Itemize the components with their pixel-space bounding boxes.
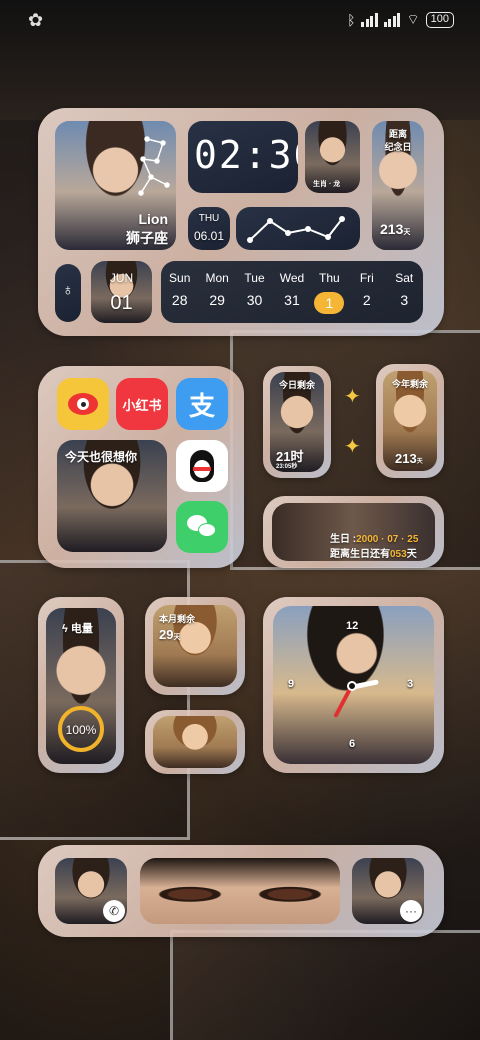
month-day: 01 (110, 292, 133, 314)
birthday-countdown: 距离生日还有053天 (330, 549, 417, 560)
signal-icon (383, 13, 401, 27)
balloon-tile[interactable]: ♁ (55, 264, 81, 322)
photo-widget[interactable]: 今天也很想你 (57, 440, 167, 552)
digital-clock[interactable]: 02:36 (188, 121, 298, 193)
qq-app[interactable] (176, 440, 228, 492)
battery-percent: 100% (65, 723, 97, 737)
dock-eyes-photo[interactable] (140, 858, 340, 924)
date-tile[interactable]: THU 06.01 (188, 207, 230, 250)
year-remaining-photo: 今年剩余 213天 (383, 371, 437, 471)
chart-tile[interactable] (236, 207, 360, 250)
clock-number-3: 3 (407, 678, 414, 690)
birthday-photo: 生日 :2000 · 07 · 25 距离生日还有053天 (272, 503, 435, 561)
alipay-icon: 支 (188, 390, 215, 421)
photo-caption: 今天也很想你 (65, 450, 138, 464)
battery-label: ϟ 电量 (62, 623, 93, 635)
anniversary-photo[interactable]: 距离 纪念日 213天 (372, 121, 424, 250)
calendar-day[interactable]: 3 (389, 292, 419, 314)
status-icons: ᛒ ⌔ 100 (347, 11, 454, 29)
lightning-icon: ϟ (62, 623, 71, 635)
battery-indicator: 100 (425, 12, 454, 28)
trend-line-icon (247, 216, 345, 243)
clock-number-9: 9 (288, 678, 295, 690)
weibo-app[interactable] (57, 378, 109, 430)
calendar-day[interactable]: 30 (240, 292, 270, 314)
wechat-app[interactable] (176, 501, 228, 553)
calendar-week[interactable]: Sun Mon Tue Wed Thu Fri Sat 28 29 30 31 … (161, 261, 423, 323)
today-remaining-detail: 23:05秒 (276, 464, 298, 470)
calendar-weekday-row: Sun Mon Tue Wed Thu Fri Sat (161, 271, 423, 285)
sparkle-icon: ✦ (344, 436, 361, 458)
message-icon: ··· (400, 900, 422, 922)
analog-clock-face: 12 3 6 9 (273, 606, 434, 764)
anniversary-label: 距离 纪念日 (384, 129, 412, 152)
qq-penguin-icon (190, 450, 214, 482)
today-remaining-label: 今日剩余 (278, 380, 315, 390)
clock-time: 02:36 (194, 133, 298, 177)
xiaohongshu-app[interactable]: 小红书 (116, 378, 168, 430)
small-photo (153, 716, 237, 768)
month-remaining-label: 本月剩余 (159, 614, 196, 624)
weekday-label: THU (198, 213, 220, 224)
calendar-weekday: Fri (359, 271, 374, 285)
clock-number-12: 12 (346, 620, 359, 632)
balloon-icon: ♁ (62, 282, 74, 299)
bluetooth-icon: ᛒ (347, 12, 356, 28)
calendar-weekday: Tue (244, 271, 265, 285)
zodiac-animal-label: 生肖 · 龙 (313, 181, 341, 188)
zodiac-name: Lion (138, 211, 168, 227)
calendar-weekday: Sun (169, 271, 191, 285)
calendar-weekday: Mon (205, 271, 229, 285)
battery-photo: ϟ 电量 100% (46, 608, 116, 764)
calendar-weekday: Thu (319, 271, 340, 285)
calendar-day[interactable]: 28 (165, 292, 195, 314)
clock-center (347, 681, 357, 691)
calendar-weekday: Sat (395, 271, 414, 285)
weibo-icon (68, 393, 98, 415)
date-label: 06.01 (193, 229, 225, 243)
zodiac-photo[interactable]: Lion 狮子座 (55, 121, 176, 250)
xiaohongshu-label: 小红书 (122, 397, 162, 413)
status-bar: ✿ ᛒ ⌔ 100 (0, 0, 480, 40)
wifi-icon: ⌔ (406, 11, 420, 27)
dock-phone[interactable]: ✆ (55, 858, 127, 924)
zodiac-animal-photo[interactable]: 生肖 · 龙 (305, 121, 360, 193)
wechat-icon (187, 515, 217, 539)
mascot-icon: ✿ (28, 10, 44, 30)
calendar-day[interactable]: 2 (352, 292, 382, 314)
clock-number-6: 6 (349, 738, 356, 750)
month-label: JUN (109, 271, 134, 285)
calendar-day[interactable]: 31 (277, 292, 307, 314)
dock-message[interactable]: ··· (352, 858, 424, 924)
today-remaining-photo: 今日剩余 21时 23:05秒 (270, 372, 324, 472)
alipay-app[interactable]: 支 (176, 378, 228, 430)
month-remaining-photo: 本月剩余 29天 (153, 605, 237, 687)
year-remaining-days: 213天 (395, 451, 423, 466)
calendar-weekday: Wed (279, 271, 305, 285)
birthday-line: 生日 :2000 · 07 · 25 (330, 534, 419, 545)
calendar-day[interactable]: 29 (202, 292, 232, 314)
anniversary-days: 213天 (380, 221, 411, 237)
wallpaper-panel (170, 930, 480, 1040)
month-tile[interactable]: JUN 01 (91, 261, 152, 323)
calendar-day-today[interactable]: 1 (314, 292, 345, 314)
sparkle-icon: ✦ (344, 386, 361, 408)
calendar-day-row: 28 29 30 31 1 2 3 (161, 292, 423, 314)
year-remaining-label: 今年剩余 (391, 379, 428, 389)
month-remaining-days: 29天 (159, 627, 181, 642)
zodiac-cn: 狮子座 (126, 230, 168, 246)
phone-icon: ✆ (103, 900, 125, 922)
signal-icon (361, 13, 378, 27)
